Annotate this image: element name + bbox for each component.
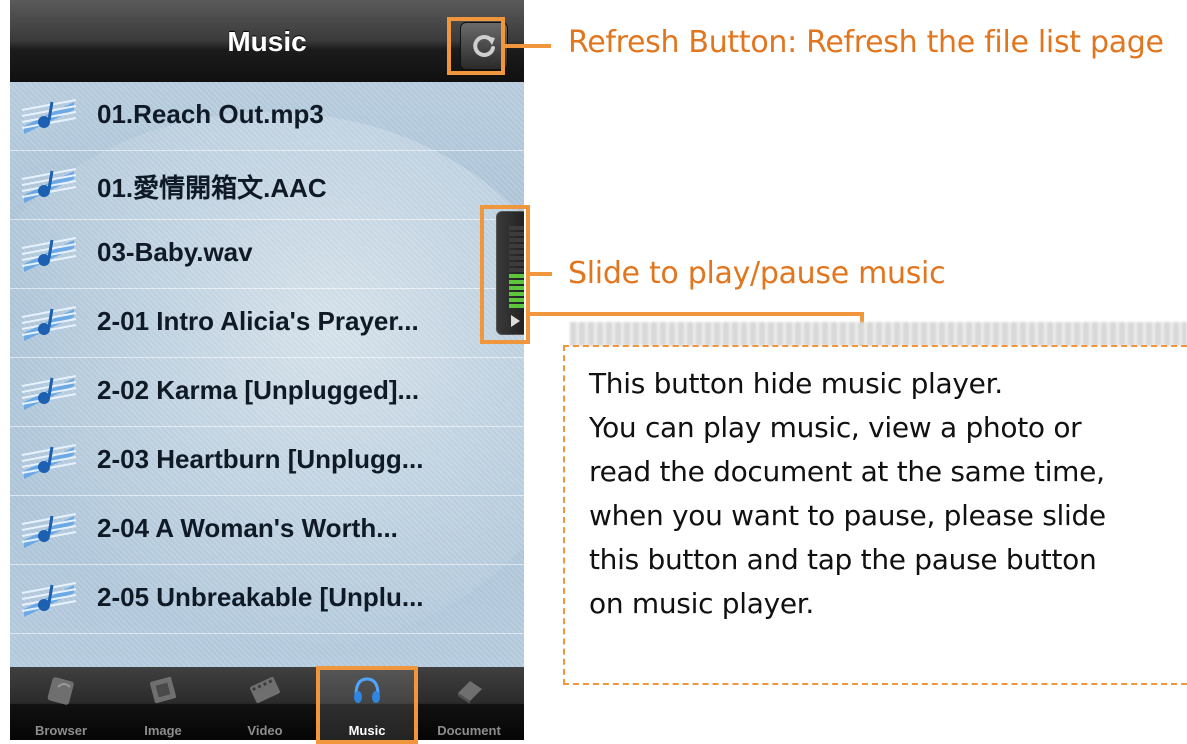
music-note-icon	[20, 234, 78, 278]
file-name: 2-02 Karma [Unplugged]...	[97, 375, 420, 405]
tab-bar: Browser Image Video Music Document	[10, 667, 524, 740]
tab-browser[interactable]: Browser	[10, 667, 112, 740]
explanation-line: this button and tap the pause button	[589, 543, 1097, 576]
list-item[interactable]: 2-03 Heartburn [Unplugg...	[10, 427, 524, 496]
tab-label: Image	[144, 723, 182, 738]
music-note-icon	[20, 510, 78, 554]
music-note-icon	[20, 303, 78, 347]
tab-video[interactable]: Video	[214, 667, 316, 740]
image-icon	[149, 676, 177, 704]
music-note-icon	[20, 94, 78, 140]
explanation-line: You can play music, view a photo or	[589, 411, 1082, 444]
tab-image[interactable]: Image	[112, 667, 214, 740]
browser-icon	[47, 677, 74, 705]
video-icon	[250, 677, 280, 703]
explanation-line: read the document at the same time,	[589, 455, 1105, 488]
file-name: 2-04 A Woman's Worth...	[97, 513, 398, 543]
tab-document[interactable]: Document	[418, 667, 520, 740]
list-item[interactable]: 01.Reach Out.mp3	[10, 82, 524, 151]
tab-label: Browser	[34, 723, 88, 738]
music-note-icon	[20, 372, 78, 416]
file-name: 03-Baby.wav	[97, 237, 253, 267]
document-icon	[458, 681, 482, 704]
music-note-icon	[20, 441, 78, 485]
tab-label: Document	[437, 723, 501, 738]
list-item[interactable]: 03-Baby.wav	[10, 220, 524, 289]
list-item[interactable]: 2-02 Karma [Unplugged]...	[10, 358, 524, 427]
list-item[interactable]: 01.愛情開箱文.AAC	[10, 151, 524, 220]
file-name: 2-03 Heartburn [Unplugg...	[97, 444, 424, 474]
slide-callout: Slide to play/pause music	[568, 256, 946, 291]
file-name: 01.愛情開箱文.AAC	[97, 173, 327, 203]
music-note-icon	[20, 165, 78, 209]
file-name: 01.Reach Out.mp3	[97, 99, 324, 129]
handle-highlight	[480, 205, 530, 344]
phone-screen: Music 01.Reach Out.mp3 01.愛情開箱文.AAC 03-B…	[10, 0, 524, 740]
refresh-callout: Refresh Button: Refresh the file list pa…	[568, 25, 1164, 60]
file-name: 2-05 Unbreakable [Unplu...	[97, 582, 424, 612]
list-item[interactable]: 2-05 Unbreakable [Unplu...	[10, 565, 524, 634]
list-item[interactable]	[10, 634, 524, 667]
refresh-highlight	[447, 17, 505, 75]
explanation-line: when you want to pause, please slide	[589, 499, 1106, 532]
list-item[interactable]: 2-04 A Woman's Worth...	[10, 496, 524, 565]
tab-label: Video	[247, 723, 283, 738]
music-note-icon	[20, 579, 78, 623]
list-item[interactable]: 2-01 Intro Alicia's Prayer...	[10, 289, 524, 358]
explanation-line: on music player.	[589, 587, 815, 620]
explanation-text: This button hide music player. You can p…	[589, 362, 1179, 626]
music-file-list: 01.Reach Out.mp3 01.愛情開箱文.AAC 03-Baby.wa…	[10, 82, 524, 667]
music-tab-highlight	[316, 666, 418, 744]
explanation-line: This button hide music player.	[589, 367, 1003, 400]
file-name: 2-01 Intro Alicia's Prayer...	[97, 306, 419, 336]
